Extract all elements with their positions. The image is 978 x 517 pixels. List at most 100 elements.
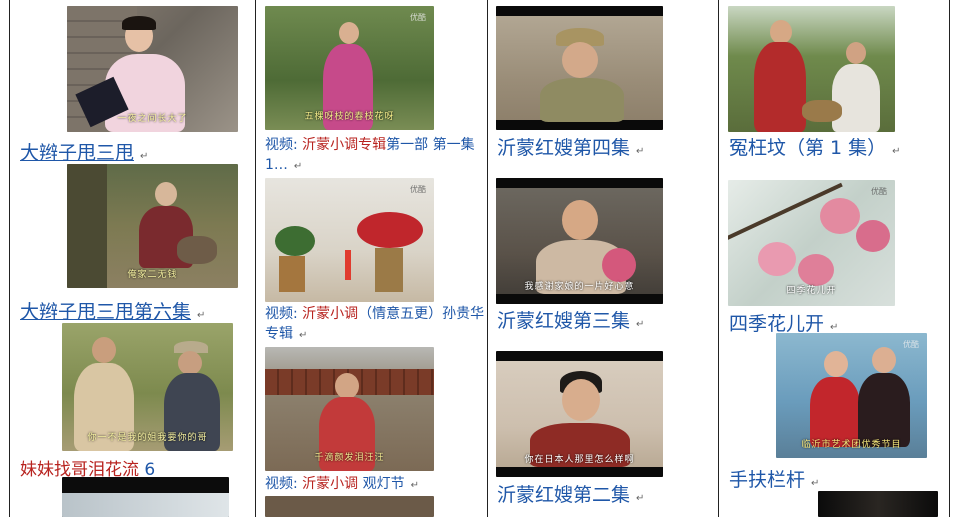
letterbox-top bbox=[496, 178, 663, 188]
plant bbox=[275, 226, 315, 256]
blossom bbox=[820, 198, 860, 234]
video-link[interactable]: 视频: 沂蒙小调（情意五更）孙贵华专辑 ↵ bbox=[265, 304, 485, 346]
video-link[interactable]: 冤枉坟（第 1 集） ↵ bbox=[729, 133, 901, 160]
person-body bbox=[540, 78, 624, 122]
video-thumbnail[interactable]: 优酷 临沂市艺术团优秀节目 bbox=[776, 333, 927, 458]
video-link[interactable]: 大辫子甩三甩 ↵ bbox=[20, 138, 148, 165]
person-head bbox=[178, 351, 202, 375]
video-subtitle: 一夜之间长大了 bbox=[117, 114, 188, 124]
video-subtitle: 俺家二无钱 bbox=[127, 270, 178, 280]
video-title: 大辫子甩三甩 bbox=[20, 142, 135, 164]
video-title-red: 沂蒙小调 bbox=[302, 306, 359, 322]
video-title: 四季花儿开 bbox=[729, 313, 825, 335]
video-title: 沂蒙红嫂第四集 bbox=[497, 137, 631, 159]
video-thumbnail[interactable] bbox=[496, 6, 663, 130]
table-border-right bbox=[949, 0, 950, 517]
baby bbox=[602, 248, 636, 282]
video-subtitle: 你一不是我的姐我要你的哥 bbox=[87, 433, 208, 443]
video-link[interactable]: 沂蒙红嫂第三集 ↵ bbox=[497, 306, 644, 333]
video-thumbnail[interactable]: 你在日本人那里怎么样啊 bbox=[496, 351, 663, 477]
video-subtitle: 五棵呀枝的春枝花呀 bbox=[304, 112, 395, 122]
vase bbox=[279, 256, 305, 292]
letterbox-top bbox=[496, 6, 663, 16]
table-border-left bbox=[9, 0, 10, 517]
person-head bbox=[872, 347, 896, 373]
video-thumbnail[interactable]: 千滴颜发泪汪汪 bbox=[265, 347, 434, 471]
blossom bbox=[798, 254, 834, 286]
logo-watermark: 优酷 bbox=[903, 340, 919, 349]
basket bbox=[802, 100, 842, 122]
video-thumbnail[interactable]: 俺家二无钱 bbox=[67, 164, 238, 288]
letterbox-bottom bbox=[496, 467, 663, 477]
video-thumbnail[interactable] bbox=[62, 477, 229, 517]
person-body bbox=[832, 64, 880, 132]
blossom bbox=[856, 220, 890, 252]
video-thumbnail[interactable]: 你一不是我的姐我要你的哥 bbox=[62, 323, 233, 451]
table-divider-3 bbox=[718, 0, 719, 517]
video-title: 冤枉坟（第 1 集） bbox=[729, 137, 887, 159]
video-thumbnail[interactable]: 优酷 五棵呀枝的春枝花呀 bbox=[265, 6, 434, 130]
video-link[interactable]: 手扶栏杆 ↵ bbox=[729, 465, 819, 492]
video-title: 大辫子甩三甩第六集 bbox=[20, 301, 192, 323]
paragraph-mark: ↵ bbox=[636, 146, 645, 157]
video-subtitle: 我感谢家娘的一片好心意 bbox=[524, 282, 635, 292]
video-link[interactable]: 视频: 沂蒙小调专辑第一部 第一集 1… ↵ bbox=[265, 135, 485, 177]
paragraph-mark: ↵ bbox=[811, 478, 820, 489]
table-divider-2 bbox=[487, 0, 488, 517]
person-head bbox=[562, 42, 598, 78]
video-thumbnail[interactable] bbox=[728, 6, 895, 132]
frame-strip bbox=[62, 493, 229, 517]
video-thumbnail[interactable] bbox=[818, 491, 938, 517]
video-prefix: 视频: bbox=[265, 476, 298, 492]
video-thumbnail[interactable]: 优酷 四季花儿开 bbox=[728, 180, 895, 306]
video-title: 手扶栏杆 bbox=[729, 469, 806, 491]
person-body bbox=[858, 373, 910, 447]
paragraph-mark: ↵ bbox=[410, 480, 420, 491]
person-head bbox=[92, 337, 116, 363]
video-subtitle: 千滴颜发泪汪汪 bbox=[314, 453, 385, 463]
video-subtitle: 你在日本人那里怎么样啊 bbox=[524, 455, 635, 465]
video-link[interactable]: 沂蒙红嫂第二集 ↵ bbox=[497, 480, 644, 507]
video-title-red: 沂蒙小调 bbox=[302, 476, 359, 492]
logo-watermark: 优酷 bbox=[871, 187, 887, 196]
hair bbox=[122, 16, 156, 30]
paragraph-mark: ↵ bbox=[636, 493, 645, 504]
video-link[interactable]: 沂蒙红嫂第四集 ↵ bbox=[497, 133, 644, 160]
letterbox-bottom bbox=[496, 294, 663, 304]
paragraph-mark: ↵ bbox=[197, 310, 206, 321]
video-title: 沂蒙红嫂第二集 bbox=[497, 484, 631, 506]
video-prefix: 视频: bbox=[265, 137, 298, 153]
person-head bbox=[155, 182, 177, 206]
video-title-rest: 观灯节 bbox=[358, 476, 405, 492]
video-subtitle: 临沂市艺术团优秀节目 bbox=[801, 440, 902, 450]
blossom bbox=[758, 242, 796, 276]
basket bbox=[177, 236, 217, 264]
video-subtitle: 四季花儿开 bbox=[786, 286, 837, 296]
video-link[interactable]: 大辫子甩三甩第六集 ↵ bbox=[20, 297, 205, 324]
video-title-rest: （情意五更）孙贵华专辑 bbox=[265, 306, 485, 342]
video-title: 沂蒙红嫂第三集 bbox=[497, 310, 631, 332]
person-head bbox=[846, 42, 866, 64]
document-page: 一夜之间长大了 大辫子甩三甩 ↵ 俺家二无钱 大辫子甩三甩第六集 ↵ 你一不是我的姐… bbox=[0, 0, 978, 517]
paragraph-mark: ↵ bbox=[299, 330, 308, 341]
person-head bbox=[770, 20, 792, 44]
flowers bbox=[357, 212, 423, 248]
video-thumbnail[interactable] bbox=[265, 496, 434, 517]
logo-watermark: 优酷 bbox=[410, 13, 426, 22]
letterbox-top bbox=[496, 351, 663, 361]
video-thumbnail[interactable]: 我感谢家娘的一片好心意 bbox=[496, 178, 663, 304]
video-title-red: 沂蒙小调专辑 bbox=[302, 137, 387, 153]
person-head bbox=[824, 351, 848, 377]
paragraph-mark: ↵ bbox=[892, 146, 901, 157]
vase bbox=[375, 248, 403, 292]
logo-watermark: 优酷 bbox=[410, 185, 426, 194]
paragraph-mark: ↵ bbox=[636, 319, 645, 330]
person-body bbox=[754, 42, 806, 132]
video-link[interactable]: 视频: 沂蒙小调 观灯节 ↵ bbox=[265, 474, 485, 496]
person-head bbox=[562, 379, 600, 421]
paragraph-mark: ↵ bbox=[293, 161, 303, 172]
video-thumbnail[interactable]: 优酷 bbox=[265, 178, 434, 302]
video-link[interactable]: 四季花儿开 ↵ bbox=[729, 309, 838, 336]
video-thumbnail[interactable]: 一夜之间长大了 bbox=[67, 6, 238, 132]
candle bbox=[345, 250, 351, 280]
